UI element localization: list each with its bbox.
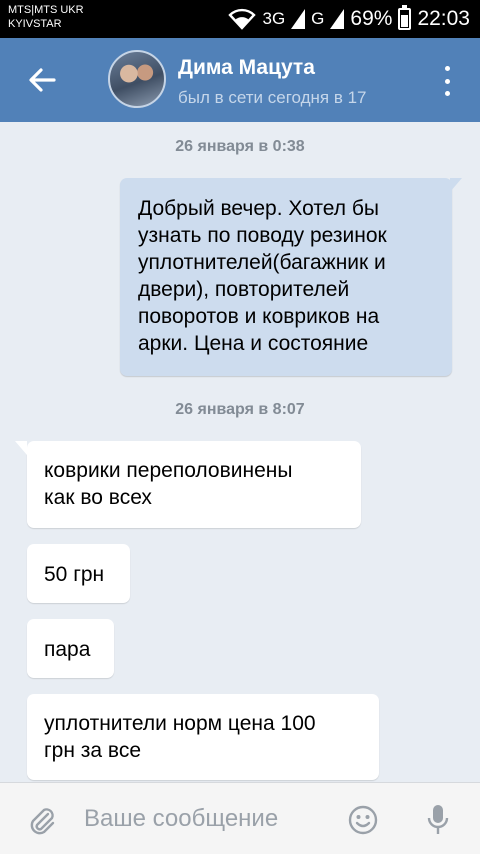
message-input[interactable]: [84, 801, 334, 837]
network-3g-label: 3G: [262, 9, 286, 28]
network-g-label: G: [311, 9, 325, 28]
contact-last-seen: был в сети сегодня в 17: [178, 88, 367, 107]
paperclip-icon[interactable]: [26, 805, 58, 837]
bubble-tail: [15, 441, 27, 455]
date-separator: 26 января в 0:38: [175, 138, 305, 155]
message-line: двери), повторителей: [138, 278, 350, 301]
message-line: поворотов и ковриков на: [138, 305, 380, 328]
message-line: грн за все: [44, 739, 142, 762]
battery-percent: 69%: [350, 7, 393, 30]
date-separator: 26 января в 8:07: [175, 401, 305, 418]
microphone-icon[interactable]: [425, 803, 451, 837]
more-vertical-icon[interactable]: [440, 66, 454, 96]
avatar[interactable]: [108, 50, 166, 108]
wifi-icon: [228, 8, 257, 30]
message-line: 50 грн: [44, 563, 105, 586]
signal-icon: [291, 9, 306, 29]
carrier-line-2: KYIVSTAR: [8, 18, 62, 30]
incoming-message[interactable]: пара: [27, 619, 114, 678]
message-line: Добрый вечер. Хотел бы: [138, 197, 379, 220]
message-line: узнать по поводу резинок: [138, 224, 387, 247]
bubble-tail: [450, 178, 462, 192]
contact-name[interactable]: Дима Мацута: [178, 56, 315, 80]
outgoing-message[interactable]: Добрый вечер. Хотел бы узнать по поводу …: [120, 178, 462, 376]
message-line: как во всех: [44, 486, 152, 509]
carrier-line-1: MTS|MTS UKR: [8, 4, 84, 16]
battery-icon: [398, 5, 412, 30]
incoming-message[interactable]: 50 грн: [27, 544, 130, 603]
smiley-icon[interactable]: [347, 804, 379, 836]
incoming-message[interactable]: коврики переполовинены как во всех: [15, 441, 361, 528]
arrow-left-icon[interactable]: [24, 62, 60, 98]
signal-icon-2: [330, 9, 345, 29]
incoming-message[interactable]: уплотнители норм цена 100 грн за все: [27, 694, 379, 780]
message-line: уплотнителей(багажник и: [138, 251, 386, 274]
message-composer: [0, 782, 480, 854]
chat-header: Дима Мацута был в сети сегодня в 17: [0, 38, 480, 122]
status-bar: MTS|MTS UKR KYIVSTAR 3G G 69% 22:03: [0, 0, 480, 38]
status-icons: 3G G 69% 22:03: [228, 5, 470, 33]
message-line: коврики переполовинены: [44, 459, 293, 482]
message-line: уплотнители норм цена 100: [44, 712, 316, 735]
message-line: арки. Цена и состояние: [138, 332, 369, 355]
clock: 22:03: [417, 7, 470, 30]
carrier-info: MTS|MTS UKR KYIVSTAR: [8, 3, 84, 31]
message-line: пара: [44, 638, 91, 661]
